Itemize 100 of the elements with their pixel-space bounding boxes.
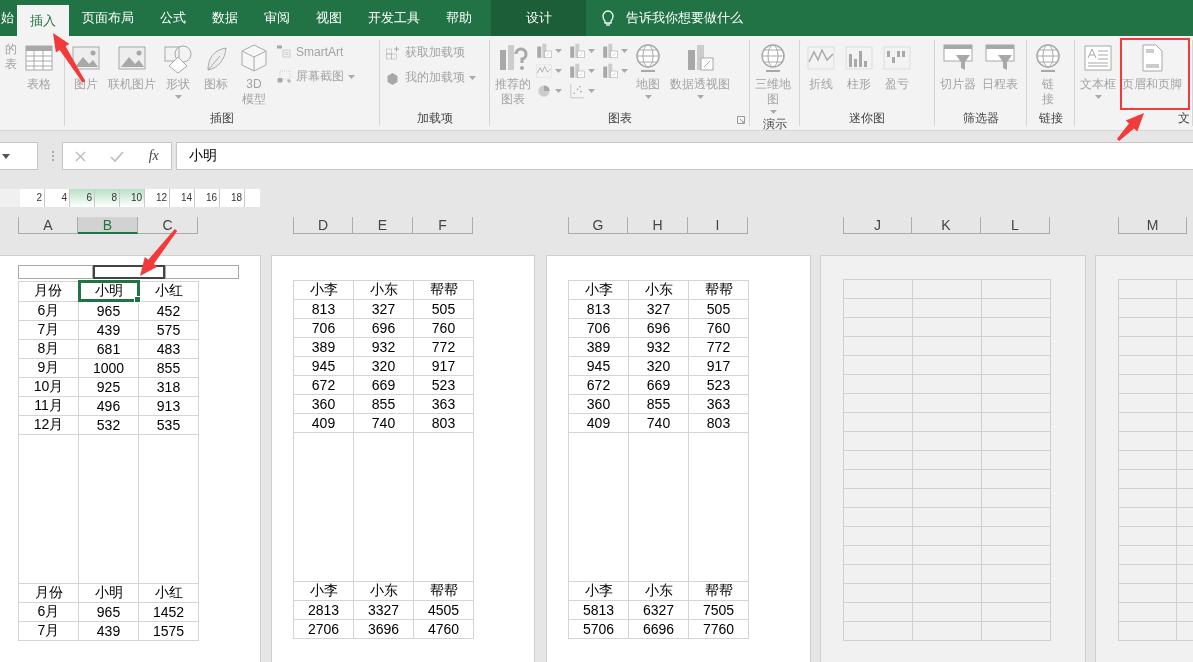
table-cell[interactable]: 帮帮 (413, 280, 474, 300)
table-cell[interactable]: 帮帮 (688, 581, 749, 601)
table-cell[interactable]: 小李 (293, 280, 354, 300)
table-cell: 532 (78, 415, 139, 434)
ruler-mark: 16 (195, 189, 220, 207)
table-cell: 4505 (413, 600, 474, 620)
column-header[interactable]: J (843, 217, 912, 234)
table-cell: 965 (78, 602, 139, 621)
table-cell: 965 (78, 301, 139, 320)
table-cell[interactable]: 月份 (18, 583, 79, 602)
caret-icon (696, 95, 704, 99)
column-header[interactable]: D (293, 217, 353, 234)
group-label: 文 (1178, 110, 1190, 126)
table-cell[interactable]: 帮帮 (413, 581, 474, 601)
ribbon-tab[interactable]: 插入 (17, 5, 69, 36)
table-cell: 327 (353, 299, 414, 319)
ribbon-tab[interactable]: 帮助 (433, 0, 485, 36)
table-cell: 5813 (568, 600, 629, 620)
column-header[interactable]: I (688, 217, 748, 234)
table-cell: 669 (628, 375, 689, 395)
table-cell: 772 (688, 337, 749, 357)
table-cell: 360 (293, 394, 354, 414)
table-cell: 706 (293, 318, 354, 338)
table-cell: 8月 (18, 339, 79, 358)
table-cell: 760 (413, 318, 474, 338)
column-header[interactable]: F (413, 217, 473, 234)
dropdown-icon[interactable] (2, 153, 10, 159)
table-cell: 945 (568, 356, 629, 376)
table-cell[interactable]: 小李 (293, 581, 354, 601)
table-cell[interactable]: 小明 (78, 281, 139, 301)
column-header[interactable]: H (628, 217, 688, 234)
caret-icon (555, 49, 562, 53)
table-cell[interactable]: 小红 (138, 281, 199, 301)
table-cell: 2813 (293, 600, 354, 620)
caret-icon (769, 110, 777, 114)
ribbon-tab[interactable]: 始 (0, 0, 17, 36)
ribbon-tab[interactable]: 设计 (491, 0, 586, 36)
table-cell: 6月 (18, 301, 79, 320)
table-cell[interactable]: 小东 (353, 280, 414, 300)
table-cell: 672 (293, 375, 354, 395)
ruler-mark: 14 (170, 189, 195, 207)
ruler-mark: 8 (95, 189, 120, 207)
ribbon-tab[interactable]: 审阅 (251, 0, 303, 36)
table-cell: 813 (568, 299, 629, 319)
hierarchy-icon (276, 44, 292, 60)
checkmark-icon[interactable] (110, 150, 125, 162)
table-cell[interactable]: 小李 (568, 581, 629, 601)
column-header[interactable]: A (18, 217, 78, 234)
table-cell: 389 (293, 337, 354, 357)
table-cell[interactable]: 小东 (628, 280, 689, 300)
column-header[interactable]: K (912, 217, 981, 234)
shapes-icon (162, 42, 194, 74)
column-header[interactable]: E (353, 217, 413, 234)
caret-icon (621, 69, 628, 73)
table-cell: 672 (568, 375, 629, 395)
formula-input[interactable]: 小明 (176, 142, 1193, 170)
table-cell: 439 (78, 320, 139, 339)
ruler-mark: 12 (145, 189, 170, 207)
table-cell: 363 (413, 394, 474, 414)
ribbon-tab[interactable]: 页面布局 (69, 0, 147, 36)
table-cell[interactable]: 帮帮 (688, 280, 749, 300)
table-cell[interactable]: 小红 (138, 583, 199, 602)
table-cell: 12月 (18, 415, 79, 434)
group-label: 迷你图 (849, 110, 885, 126)
ribbon-tab[interactable]: 视图 (303, 0, 355, 36)
insert-function-button[interactable]: fx (148, 148, 159, 164)
table-cell: 772 (413, 337, 474, 357)
column-header[interactable]: B (78, 217, 138, 234)
column-header[interactable]: C (138, 217, 198, 234)
launcher-icon[interactable] (737, 116, 745, 124)
group-label: 筛选器 (962, 110, 999, 126)
group-label: 演示 (762, 116, 787, 130)
group-label: 链接 (1038, 110, 1063, 126)
lightbulb-icon[interactable] (602, 9, 614, 27)
column-header[interactable]: L (981, 217, 1050, 234)
table-cell: 6327 (628, 600, 689, 620)
ribbon-tab[interactable]: 公式 (147, 0, 199, 36)
ribbon-tab[interactable]: 数据 (199, 0, 251, 36)
close-icon[interactable] (75, 150, 87, 162)
grid-plus-icon (385, 44, 401, 61)
table-cell: 917 (413, 356, 474, 376)
table-cell: 760 (688, 318, 749, 338)
table-cell[interactable]: 小东 (353, 581, 414, 601)
caret-icon (555, 89, 562, 93)
table-cell: 318 (138, 377, 199, 396)
column-header[interactable]: M (1118, 217, 1187, 234)
table-cell[interactable]: 月份 (18, 281, 79, 301)
tell-me-text[interactable]: 告诉我你想要做什么 (626, 9, 743, 27)
column-header[interactable]: G (568, 217, 628, 234)
table-cell: 1452 (138, 602, 199, 621)
table-icon (23, 42, 55, 74)
table-cell[interactable]: 小东 (628, 581, 689, 601)
table-cell[interactable]: 小李 (568, 280, 629, 300)
ruler-mark: 6 (70, 189, 95, 207)
ribbon-tab[interactable]: 开发工具 (355, 0, 433, 36)
table-cell: 932 (353, 337, 414, 357)
table-cell: 6月 (18, 602, 79, 621)
table-cell[interactable]: 小明 (78, 583, 139, 602)
table-cell: 4760 (413, 619, 474, 639)
caret-icon (621, 49, 628, 53)
